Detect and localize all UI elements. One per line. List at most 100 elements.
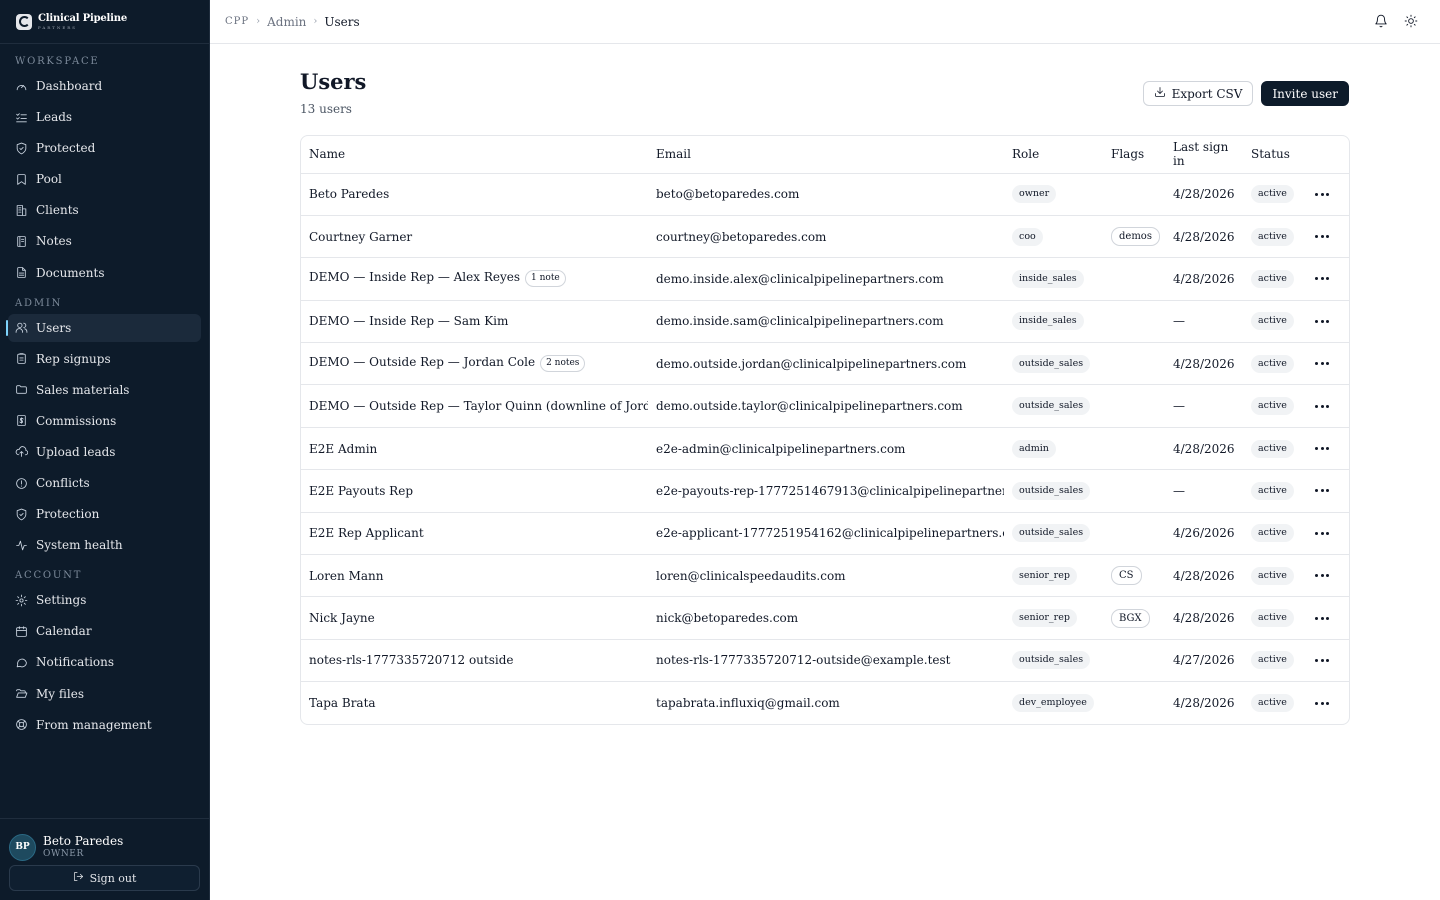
sidebar-item-documents[interactable]: Documents [8,259,201,287]
cell-last-sign-in: 4/28/2026 [1165,257,1243,301]
sidebar-item-dashboard[interactable]: Dashboard [8,72,201,100]
more-actions-icon[interactable] [1309,658,1343,662]
breadcrumb-root[interactable]: CPP [225,16,249,27]
building-icon [15,204,28,217]
table-row[interactable]: Nick Jayne nick@betoparedes.com senior_rep… [301,596,1349,640]
more-actions-icon[interactable] [1309,362,1343,366]
export-csv-button[interactable]: Export CSV [1142,81,1254,106]
table-row[interactable]: Courtney Garner courtney@betoparedes.com c… [301,215,1349,259]
more-actions-icon[interactable] [1309,701,1343,705]
table-row[interactable]: DEMO — Inside Rep — Sam Kim demo.inside.s… [301,300,1349,344]
email-text: demo.inside.sam@clinicalpipelinepartners… [656,314,944,329]
sidebar-item-commissions[interactable]: Commissions [8,407,201,435]
status-badge: active [1251,481,1294,500]
sidebar-item-clients[interactable]: Clients [8,196,201,224]
role-badge: outside_sales [1012,397,1091,416]
notes-badge[interactable]: 1 note [525,270,566,288]
email-text: tapabrata.influxiq@gmail.com [656,696,840,711]
table-row[interactable]: E2E Payouts Rep e2e-payouts-rep-177725146… [301,469,1349,513]
cell-role: senior_rep [1004,554,1103,598]
brand-logo-icon [16,13,32,30]
sidebar-item-pool[interactable]: Pool [8,165,201,193]
cell-name: DEMO — Outside Rep — Jordan Cole 2 notes [301,342,648,386]
user-name-cell[interactable]: Beto Paredes [309,187,389,201]
breadcrumb-current: Users [324,14,360,29]
user-name-cell[interactable]: DEMO — Outside Rep — Jordan Cole [309,355,535,369]
more-actions-icon[interactable] [1309,404,1343,408]
user-name-cell[interactable]: DEMO — Inside Rep — Alex Reyes [309,270,520,284]
brand-name: Clinical Pipeline [38,12,127,24]
sidebar-item-sales-materials[interactable]: Sales materials [8,376,201,404]
sidebar-item-notes[interactable]: Notes [8,227,201,255]
cell-actions [1301,384,1349,428]
user-name-cell[interactable]: Courtney Garner [309,230,412,244]
sidebar-item-label: Clients [36,203,79,218]
email-text: loren@clinicalspeedaudits.com [656,568,846,583]
more-actions-icon[interactable] [1309,574,1343,578]
sidebar-item-users[interactable]: Users [6,313,201,342]
user-name-cell[interactable]: Nick Jayne [309,611,375,625]
more-actions-icon[interactable] [1309,447,1343,451]
table-row[interactable]: Loren Mann loren@clinicalspeedaudits.com s… [301,554,1349,598]
sun-icon[interactable] [1404,13,1418,32]
sidebar-item-conflicts[interactable]: Conflicts [8,469,201,497]
sidebar-item-system-health[interactable]: System health [8,531,201,559]
table-row[interactable]: E2E Admin e2e-admin@clinicalpipelinepartn… [301,427,1349,471]
more-actions-icon[interactable] [1309,235,1343,239]
sidebar-item-leads[interactable]: Leads [8,103,201,131]
sidebar-item-settings[interactable]: Settings [8,586,201,614]
cell-status: active [1243,596,1301,640]
table-row[interactable]: DEMO — Outside Rep — Taylor Quinn (downl… [301,384,1349,428]
notes-badge[interactable]: 2 notes [540,355,586,373]
user-name-cell[interactable]: Tapa Brata [309,696,376,710]
brand[interactable]: Clinical Pipeline PARTNERS [0,0,209,44]
main-content: Users 13 users Export CSV Invite user Na… [300,60,1350,726]
sidebar-item-notifications[interactable]: Notifications [8,648,201,676]
cell-status: active [1243,384,1301,428]
sidebar-item-protection[interactable]: Protection [8,500,201,528]
user-name-cell[interactable]: E2E Payouts Rep [309,484,413,498]
more-actions-icon[interactable] [1309,489,1343,493]
cell-status: active [1243,682,1301,724]
breadcrumb-admin[interactable]: Admin [267,15,306,29]
table-row[interactable]: DEMO — Inside Rep — Alex Reyes 1 note demo… [301,257,1349,301]
invite-user-button[interactable]: Invite user [1261,81,1349,106]
more-actions-icon[interactable] [1309,319,1343,323]
role-badge: outside_sales [1012,481,1091,500]
document-icon [15,266,28,279]
sidebar-item-from-management[interactable]: From management [8,711,201,739]
table-row[interactable]: E2E Rep Applicant e2e-applicant-177725195… [301,512,1349,556]
sidebar-item-protected[interactable]: Protected [8,134,201,162]
sidebar-item-label: Pool [36,172,62,187]
cell-last-sign-in: 4/28/2026 [1165,596,1243,640]
user-card[interactable]: BP Beto Paredes OWNER [0,819,209,865]
more-actions-icon[interactable] [1309,192,1343,196]
sidebar-item-upload-leads[interactable]: Upload leads [8,438,201,466]
cell-email: courtney@betoparedes.com [648,215,1004,259]
table-row[interactable]: Tapa Brata tapabrata.influxiq@gmail.com de… [301,682,1349,724]
sidebar-item-label: Notes [36,234,72,249]
sidebar-item-rep-signups[interactable]: Rep signups [8,345,201,373]
table-row[interactable]: notes-rls-1777335720712 outside notes-rls… [301,639,1349,683]
download-icon [1154,86,1166,101]
sidebar-item-my-files[interactable]: My files [8,680,201,708]
more-actions-icon[interactable] [1309,277,1343,281]
email-text: e2e-admin@clinicalpipelinepartners.com [656,441,906,456]
user-name-cell[interactable]: Loren Mann [309,569,383,583]
cell-actions [1301,682,1349,724]
cell-name: DEMO — Inside Rep — Sam Kim [301,300,648,344]
user-name-cell[interactable]: DEMO — Inside Rep — Sam Kim [309,314,508,328]
more-actions-icon[interactable] [1309,616,1343,620]
table-row[interactable]: DEMO — Outside Rep — Jordan Cole 2 notes d… [301,342,1349,386]
more-actions-icon[interactable] [1309,531,1343,535]
sign-out-button[interactable]: Sign out [9,865,200,891]
user-name-cell[interactable]: DEMO — Outside Rep — Taylor Quinn (downl… [309,399,648,413]
bell-icon[interactable] [1374,13,1388,32]
user-name-cell[interactable]: E2E Rep Applicant [309,526,424,540]
cell-flags: CS [1103,554,1165,598]
cell-status: active [1243,257,1301,301]
sidebar-item-calendar[interactable]: Calendar [8,617,201,645]
table-row[interactable]: Beto Paredes beto@betoparedes.com owner 4/2… [301,173,1349,216]
user-name-cell[interactable]: notes-rls-1777335720712 outside [309,653,514,667]
user-name-cell[interactable]: E2E Admin [309,442,377,456]
